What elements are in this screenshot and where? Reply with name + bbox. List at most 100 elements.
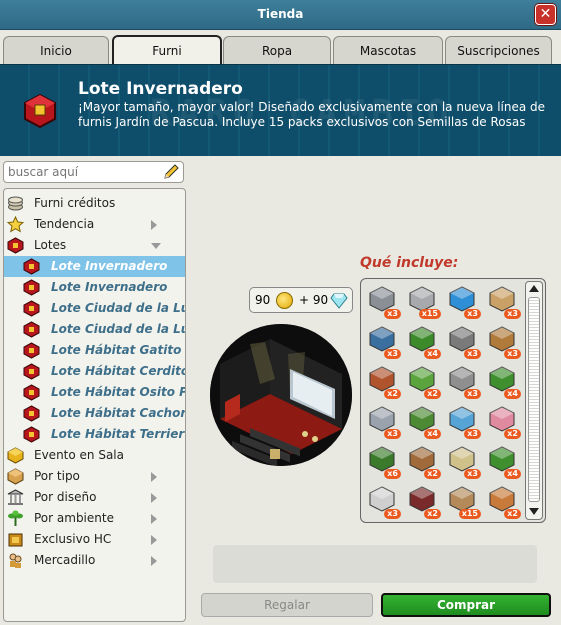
include-item[interactable]: x3: [363, 481, 403, 519]
nav-item-evento-en-sala[interactable]: Evento en Sala: [4, 445, 185, 466]
tab-ropa[interactable]: Ropa: [223, 36, 331, 64]
sub-item-lote[interactable]: Lote Hábitat Gatito: [4, 340, 185, 361]
include-item[interactable]: x6: [363, 441, 403, 479]
item-quantity: x15: [418, 309, 441, 319]
item-quantity: x3: [464, 469, 481, 479]
nav-item-label: Tendencia: [34, 217, 95, 231]
sub-item-label: Lote Hábitat Cachorro: [51, 406, 186, 420]
include-item[interactable]: x2: [483, 481, 523, 519]
include-item[interactable]: x3: [443, 321, 483, 359]
buy-button[interactable]: Comprar: [381, 593, 551, 617]
include-item[interactable]: x3: [363, 281, 403, 319]
category-nav: Furni créditos Tendencia Lotes Lote Inve…: [3, 188, 186, 622]
include-item[interactable]: x3: [443, 361, 483, 399]
search-box: [3, 161, 184, 183]
include-item[interactable]: x15: [403, 281, 443, 319]
lote-box-icon: [23, 300, 40, 317]
sub-item-lote[interactable]: Lote Invernadero: [4, 256, 185, 277]
gift-message-area: [213, 545, 537, 583]
sub-item-lote[interactable]: Lote Hábitat Terrier: [4, 424, 185, 445]
nav-item-lotes[interactable]: Lotes: [4, 235, 185, 256]
include-item[interactable]: x3: [443, 441, 483, 479]
item-quantity: x3: [384, 349, 401, 359]
includes-scrollbar[interactable]: [525, 281, 543, 520]
close-button[interactable]: ✕: [535, 4, 556, 25]
include-item[interactable]: x2: [363, 361, 403, 399]
item-quantity: x3: [384, 309, 401, 319]
nav-item-exclusivo-hc[interactable]: Exclusivo HC: [4, 529, 185, 550]
tab-suscripciones[interactable]: Suscripciones: [445, 36, 552, 64]
item-quantity: x4: [504, 469, 521, 479]
chevron-right-icon: [151, 472, 157, 482]
item-quantity: x2: [504, 509, 521, 519]
lote-box-icon: [23, 279, 40, 296]
sub-item-lote[interactable]: Lote Hábitat Cachorro: [4, 403, 185, 424]
item-quantity: x3: [464, 429, 481, 439]
include-item[interactable]: x3: [483, 281, 523, 319]
nav-item-label: Furni créditos: [34, 196, 116, 210]
nav-item-por-diseno[interactable]: Por diseño: [4, 487, 185, 508]
scroll-down-icon[interactable]: [529, 508, 539, 515]
include-item[interactable]: x2: [403, 361, 443, 399]
banner-description: ¡Mayor tamaño, mayor valor! Diseñado exc…: [78, 100, 546, 129]
sub-item-label: Lote Invernadero: [51, 259, 168, 273]
lote-box-icon: [23, 258, 40, 275]
include-item[interactable]: x3: [483, 321, 523, 359]
sub-item-lote[interactable]: Lote Ciudad de la Luz: [4, 319, 185, 340]
nav-item-label: Mercadillo: [34, 553, 96, 567]
chevron-right-icon: [151, 493, 157, 503]
tab-mascotas[interactable]: Mascotas: [333, 36, 443, 64]
include-item[interactable]: x2: [403, 481, 443, 519]
pencil-icon[interactable]: [162, 163, 180, 181]
include-item[interactable]: x3: [363, 321, 403, 359]
include-item[interactable]: x4: [483, 361, 523, 399]
lote-box-icon: [23, 321, 40, 338]
price-diamonds: + 90: [299, 293, 329, 307]
column-icon: [7, 489, 24, 505]
sub-item-lote[interactable]: Lote Ciudad de la Luz: [4, 298, 185, 319]
nav-item-por-ambiente[interactable]: Por ambiente: [4, 508, 185, 529]
search-input[interactable]: [8, 163, 158, 181]
include-item[interactable]: x3: [363, 401, 403, 439]
tab-furni[interactable]: Furni: [112, 35, 222, 65]
sub-item-lote[interactable]: Lote Hábitat Osito Pola: [4, 382, 185, 403]
item-quantity: x6: [384, 469, 401, 479]
include-item[interactable]: x2: [483, 401, 523, 439]
scroll-up-icon[interactable]: [529, 285, 539, 292]
include-item[interactable]: x3: [443, 401, 483, 439]
item-quantity: x3: [464, 389, 481, 399]
room-preview-image: [210, 324, 352, 466]
title-bar: Tienda ✕: [0, 0, 561, 30]
item-quantity: x2: [424, 509, 441, 519]
scroll-thumb[interactable]: [528, 297, 540, 502]
tab-inicio[interactable]: Inicio: [3, 36, 109, 64]
include-item[interactable]: x15: [443, 481, 483, 519]
include-item[interactable]: x4: [403, 401, 443, 439]
nav-item-mercadillo[interactable]: Mercadillo: [4, 550, 185, 571]
item-quantity: x3: [464, 309, 481, 319]
include-item[interactable]: x4: [403, 321, 443, 359]
include-item[interactable]: x2: [403, 441, 443, 479]
item-quantity: x3: [504, 349, 521, 359]
event-icon: [7, 447, 24, 464]
item-quantity: x4: [424, 349, 441, 359]
item-quantity: x3: [384, 429, 401, 439]
sub-item-lote[interactable]: Lote Hábitat Cerdito: [4, 361, 185, 382]
include-item[interactable]: x3: [443, 281, 483, 319]
lote-box-icon: [23, 342, 40, 359]
item-quantity: x2: [424, 469, 441, 479]
chevron-right-icon: [151, 535, 157, 545]
nav-item-tendencia[interactable]: Tendencia: [4, 214, 185, 235]
window-title: Tienda: [257, 7, 304, 21]
include-item[interactable]: x4: [483, 441, 523, 479]
gift-button[interactable]: Regalar: [201, 593, 373, 617]
includes-grid: x3 x15 x3 x3 x3 x4 x3 x3 x2 x2 x3 x4 x3 x4 x3 x2 x6 x2 x3 x…: [363, 281, 523, 521]
close-icon: ✕: [539, 6, 552, 22]
nav-item-por-tipo[interactable]: Por tipo: [4, 466, 185, 487]
sub-item-label: Lote Ciudad de la Luz: [51, 301, 186, 315]
plant-icon: [8, 510, 23, 526]
sub-item-lote[interactable]: Lote Invernadero: [4, 277, 185, 298]
item-quantity: x2: [384, 389, 401, 399]
nav-item-furni-creditos[interactable]: Furni créditos: [4, 193, 185, 214]
hc-icon: [8, 533, 23, 547]
